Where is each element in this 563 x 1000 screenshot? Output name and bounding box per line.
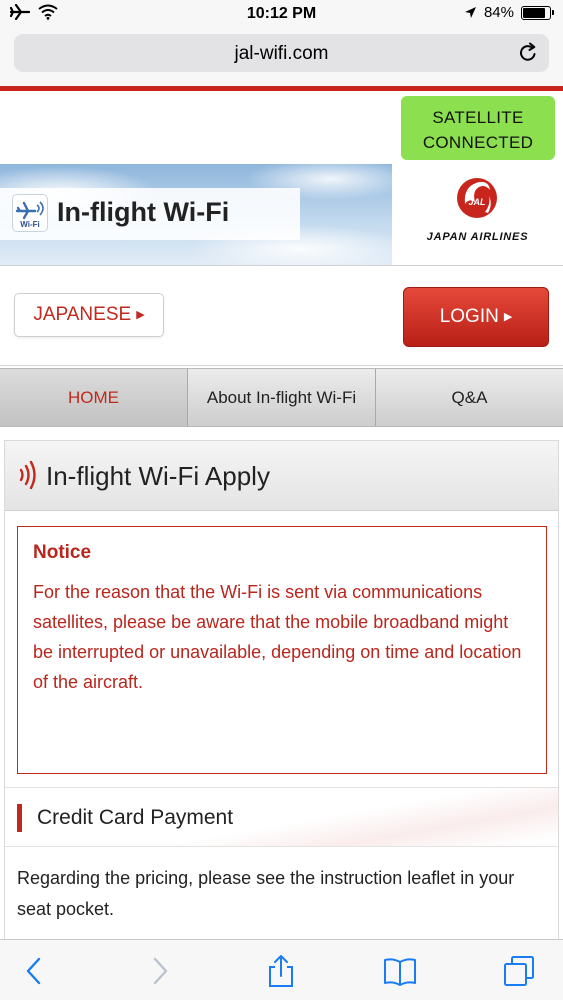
japanese-language-button[interactable]: JAPANESE ▶ (14, 293, 164, 337)
wifi-logo-label: Wi-Fi (20, 220, 40, 229)
browser-toolbar (0, 939, 563, 1000)
credit-card-section-header: Credit Card Payment (5, 787, 558, 847)
jal-crane-icon: JAL (457, 178, 497, 218)
url-text[interactable]: jal-wifi.com (14, 43, 549, 65)
triangle-right-icon: ▶ (136, 309, 145, 321)
login-button-label: LOGIN (439, 306, 499, 327)
address-bar[interactable]: jal-wifi.com (14, 34, 549, 72)
header-divider (0, 265, 563, 266)
browser-url-area: jal-wifi.com (0, 28, 563, 86)
back-icon[interactable] (18, 954, 52, 988)
reload-icon[interactable] (517, 42, 539, 64)
bookmarks-icon[interactable] (383, 954, 417, 988)
section-divider (0, 365, 563, 366)
tab-home[interactable]: HOME (0, 369, 188, 426)
pricing-text: Regarding the pricing, please see the in… (17, 868, 515, 919)
battery-icon (521, 5, 554, 20)
brand-red-divider (0, 86, 563, 91)
tabs-icon[interactable] (502, 954, 536, 988)
wifi-logo: Wi-Fi (12, 194, 48, 232)
hero-title-panel: Wi-Fi In-flight Wi-Fi (0, 188, 300, 240)
tab-home-label: HOME (68, 387, 119, 407)
airline-name: JAPAN AIRLINES (426, 231, 529, 243)
notice-title: Notice (33, 542, 92, 563)
battery-fill (523, 7, 545, 18)
jal-logo: JAL JAPAN AIRLINES (392, 164, 563, 265)
hero-title: In-flight Wi-Fi (57, 197, 230, 227)
tab-about-inflight-wifi[interactable]: About In-flight Wi-Fi (188, 369, 376, 426)
notice-box: Notice For the reason that the Wi-Fi is … (17, 526, 547, 774)
satellite-status-line1: SATELLITE (432, 108, 524, 127)
triangle-right-icon: ▶ (503, 311, 513, 323)
credit-card-title: Credit Card Payment (37, 806, 234, 829)
satellite-status-badge: SATELLITE CONNECTED (401, 96, 555, 160)
main-nav: HOME About In-flight Wi-Fi Q&A (0, 368, 563, 427)
share-icon[interactable] (264, 954, 298, 988)
apply-section-header: In-flight Wi-Fi Apply (5, 441, 558, 511)
tab-qa-label: Q&A (451, 387, 488, 407)
satellite-status-line2: CONNECTED (422, 133, 534, 152)
jal-mark-text: JAL (468, 197, 485, 207)
content-card: In-flight Wi-Fi Apply Notice For the rea… (4, 440, 559, 960)
status-bar-right: 84% (464, 4, 554, 21)
battery-percent: 84% (483, 4, 514, 21)
japanese-button-label: JAPANESE (33, 304, 132, 325)
forward-icon[interactable] (142, 954, 176, 988)
location-arrow-icon (464, 7, 476, 18)
section-accent-bar (17, 804, 22, 832)
notice-body: For the reason that the Wi-Fi is sent vi… (33, 582, 522, 692)
login-button[interactable]: LOGIN ▶ (403, 287, 549, 347)
signal-waves-icon (19, 460, 36, 490)
status-bar: 10:12 PM 84% (0, 0, 563, 28)
tab-qa[interactable]: Q&A (376, 369, 563, 426)
apply-title: In-flight Wi-Fi Apply (46, 461, 270, 491)
hero-banner: Wi-Fi In-flight Wi-Fi (0, 164, 392, 265)
tab-about-label: About In-flight Wi-Fi (206, 387, 357, 407)
